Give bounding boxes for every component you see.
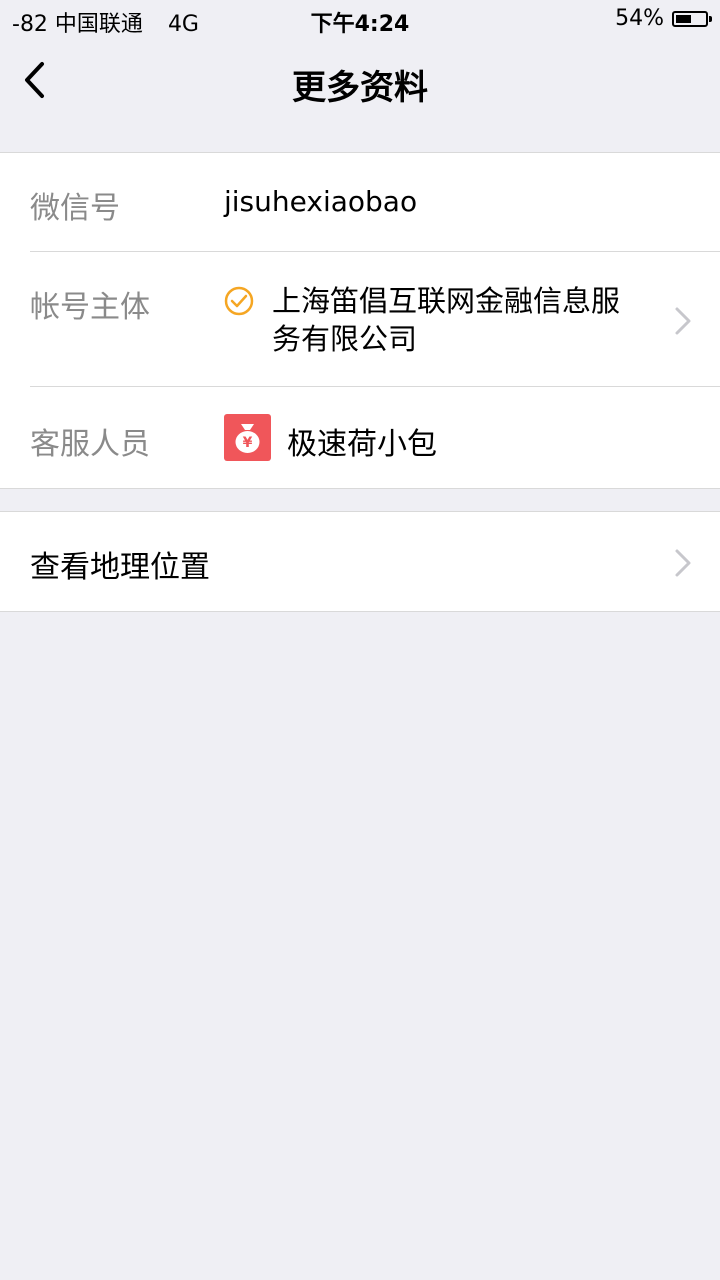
info-section: 微信号 jisuhexiaobao 帐号主体 上海笛倡互联网金融信息服 务有限公… bbox=[0, 152, 720, 489]
account-entity-line1: 上海笛倡互联网金融信息服 bbox=[272, 284, 621, 318]
money-bag-app-icon: ¥ bbox=[224, 414, 271, 461]
account-entity-label: 帐号主体 bbox=[30, 290, 150, 325]
account-entity-line2: 务有限公司 bbox=[272, 322, 418, 356]
status-time: 下午4:24 bbox=[310, 12, 410, 37]
wechat-id-label: 微信号 bbox=[30, 191, 120, 226]
svg-text:¥: ¥ bbox=[243, 435, 253, 451]
view-location-row[interactable]: 查看地理位置 bbox=[0, 512, 720, 611]
verified-check-icon bbox=[224, 286, 254, 316]
wechat-id-value: jisuhexiaobao bbox=[224, 185, 418, 218]
battery-icon bbox=[672, 10, 712, 27]
chevron-right-icon bbox=[675, 549, 691, 577]
page-title: 更多资料 bbox=[292, 68, 428, 108]
money-bag-icon: ¥ bbox=[235, 424, 260, 453]
customer-service-row[interactable]: 客服人员 ¥ 极速荷小包 bbox=[0, 387, 720, 487]
customer-service-name: 极速荷小包 bbox=[287, 427, 437, 462]
customer-service-label: 客服人员 bbox=[30, 427, 150, 462]
battery-percent: 54% bbox=[615, 6, 664, 31]
account-entity-value: 上海笛倡互联网金融信息服 务有限公司 bbox=[272, 282, 652, 358]
view-location-label: 查看地理位置 bbox=[30, 550, 210, 585]
battery-tip bbox=[709, 15, 712, 22]
account-entity-row[interactable]: 帐号主体 上海笛倡互联网金融信息服 务有限公司 bbox=[0, 252, 720, 387]
status-bar: -82 中国联通 4G 下午4:24 54% bbox=[0, 0, 720, 40]
wechat-id-row: 微信号 jisuhexiaobao bbox=[0, 153, 720, 252]
nav-bar: 更多资料 bbox=[0, 40, 720, 124]
battery-fill bbox=[676, 14, 691, 23]
chevron-right-icon bbox=[675, 307, 691, 335]
status-right: 54% bbox=[615, 6, 712, 31]
location-section: 查看地理位置 bbox=[0, 511, 720, 612]
